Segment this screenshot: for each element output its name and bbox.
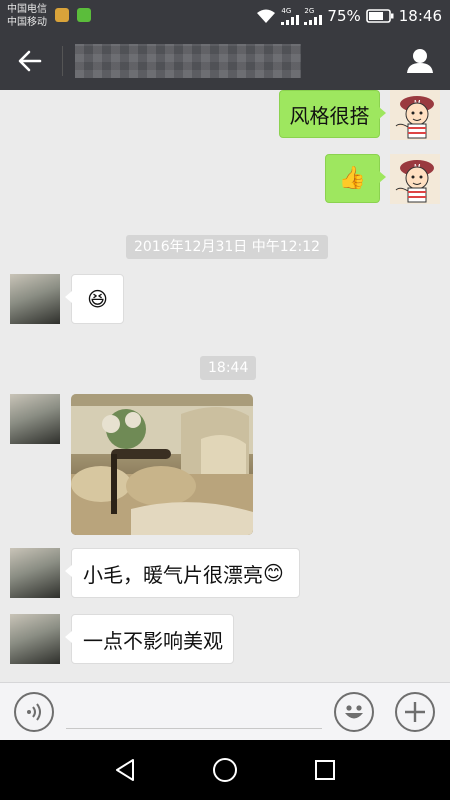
outgoing-emoji-bubble[interactable]: 👍 xyxy=(325,154,386,203)
thumbs-up-icon: 👍 xyxy=(338,166,367,191)
carrier-labels: 中国电信 中国移动 xyxy=(7,3,47,29)
cartoon-avatar-icon: M xyxy=(390,90,440,140)
system-nav-bar xyxy=(0,740,450,800)
incoming-image-message[interactable] xyxy=(71,394,253,535)
circle-home-icon xyxy=(213,758,237,782)
network-1-label: 4G xyxy=(281,7,292,15)
message-list[interactable]: 风格很搭 M 👍 M xyxy=(0,90,450,682)
signal-2-icon xyxy=(304,15,323,25)
voice-button[interactable] xyxy=(14,692,54,732)
outgoing-message-bubble[interactable]: 风格很搭 xyxy=(279,90,386,138)
nav-recents-button[interactable] xyxy=(310,755,340,785)
notification-app-icon xyxy=(55,8,69,22)
contact-avatar[interactable] xyxy=(10,394,60,444)
contact-avatar[interactable] xyxy=(10,614,60,664)
message-timestamp: 2016年12月31日 中午12:12 xyxy=(126,235,329,259)
message-input[interactable] xyxy=(66,695,322,729)
contact-avatar[interactable] xyxy=(10,274,60,324)
clock: 18:46 xyxy=(398,7,442,25)
smile-emoji-icon: 😊 xyxy=(263,561,284,585)
square-recents-icon xyxy=(315,760,335,780)
sofa-photo-image xyxy=(71,394,253,535)
my-avatar[interactable]: M xyxy=(390,154,440,204)
chat-title-blurred xyxy=(75,44,301,78)
network-1-indicator: 4G xyxy=(281,7,300,25)
nav-back-button[interactable] xyxy=(110,755,140,785)
battery-icon xyxy=(365,9,394,23)
chat-info-button[interactable] xyxy=(404,45,436,77)
message-text: 风格很搭 xyxy=(289,103,370,128)
back-button[interactable] xyxy=(12,44,48,78)
emoji-icon xyxy=(345,705,363,719)
battery-percent: 75% xyxy=(327,7,361,25)
voice-icon xyxy=(27,703,41,721)
network-2-indicator: 2G xyxy=(304,7,323,25)
input-bar xyxy=(0,682,450,740)
status-indicators: 4G 2G 75% 18:46 xyxy=(256,5,442,27)
carrier-1: 中国电信 xyxy=(7,4,47,15)
laughing-emoji-icon: 😆 xyxy=(87,287,108,311)
incoming-message-bubble[interactable]: 小毛，暖气片很漂亮 😊 xyxy=(65,548,300,598)
message-text: 一点不影响美观 xyxy=(83,628,223,653)
nav-home-button[interactable] xyxy=(210,755,240,785)
chat-header xyxy=(0,32,450,90)
network-2-label: 2G xyxy=(304,7,315,15)
message-timestamp: 18:44 xyxy=(200,356,257,380)
arrow-left-icon xyxy=(18,50,42,72)
wifi-icon xyxy=(257,9,276,23)
person-icon xyxy=(407,49,433,73)
cartoon-avatar-icon: M xyxy=(390,154,440,204)
wechat-notification-icon xyxy=(77,8,91,22)
triangle-back-icon xyxy=(116,759,134,781)
more-button[interactable] xyxy=(395,692,435,732)
message-text: 小毛，暖气片很漂亮 xyxy=(83,562,263,587)
contact-avatar[interactable] xyxy=(10,548,60,598)
incoming-emoji-bubble[interactable]: 😆 xyxy=(65,274,124,324)
plus-icon xyxy=(405,702,425,722)
signal-1-icon xyxy=(281,15,300,25)
incoming-message-bubble[interactable]: 一点不影响美观 xyxy=(65,614,234,664)
status-bar: 中国电信 中国移动 4G 2G 75% 18:46 xyxy=(0,0,450,32)
carrier-2: 中国移动 xyxy=(7,17,47,28)
my-avatar[interactable]: M xyxy=(390,90,440,140)
emoji-button[interactable] xyxy=(334,692,374,732)
header-divider xyxy=(62,46,63,76)
